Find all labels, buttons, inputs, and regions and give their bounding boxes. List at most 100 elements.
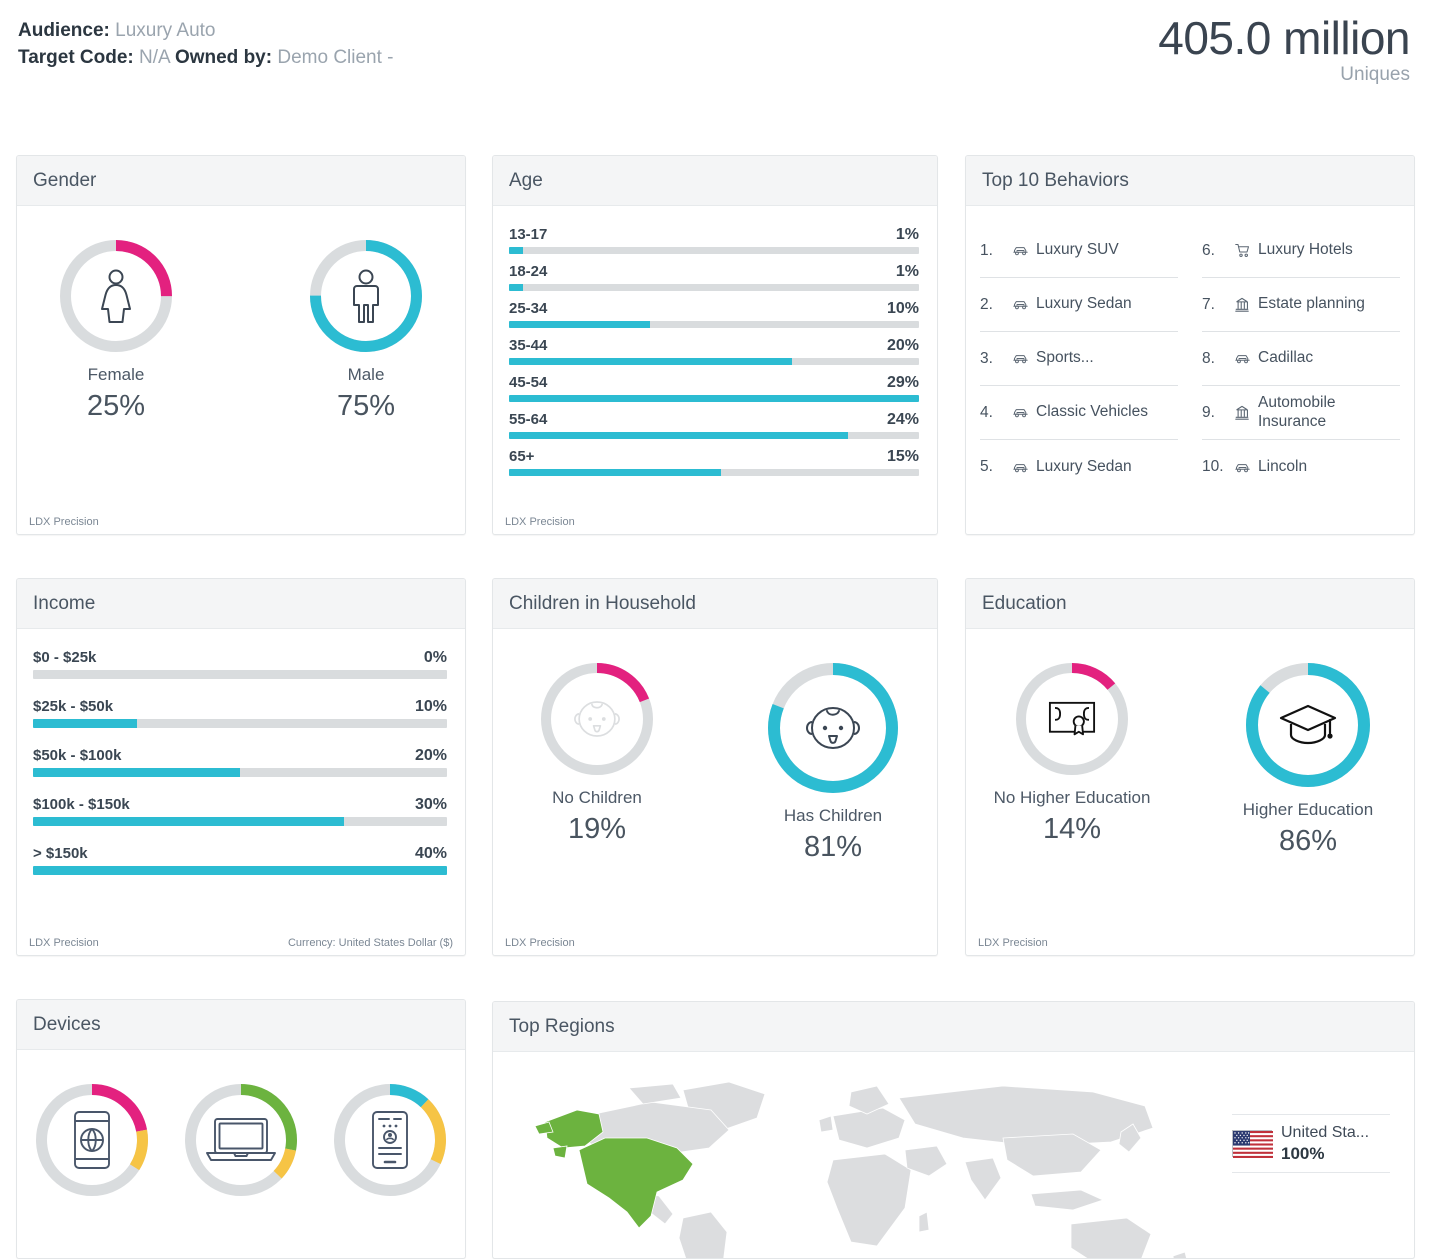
gender-card-header: Gender (17, 156, 465, 206)
donut-label: Has Children (783, 806, 883, 825)
gender-donut-row: Female 25% Male 75% (17, 206, 465, 423)
children-card-header: Children in Household (493, 579, 937, 629)
behavior-rank: 2. (980, 295, 993, 313)
car-icon (1233, 353, 1251, 364)
bar-row[interactable]: 65+ 15% (509, 448, 919, 476)
education-card-body: No Higher Education 14% Higher Education 86… (966, 629, 1414, 955)
gender-card-title: Gender (33, 169, 97, 191)
male-icon (310, 240, 422, 352)
children-source-label: LDX Precision (505, 937, 575, 949)
bar-value: 10% (886, 300, 919, 317)
income-source-label: LDX Precision (29, 937, 99, 949)
donut-chart[interactable] (541, 663, 653, 775)
devices-card-body (17, 1050, 465, 1246)
donut-item: Higher Education 86% (1218, 663, 1398, 858)
device-donut[interactable] (35, 1084, 148, 1196)
donut-chart[interactable] (310, 240, 422, 352)
bar-row[interactable]: $0 - $25k 0% (33, 649, 447, 679)
behavior-rank: 5. (980, 458, 993, 475)
bar-row[interactable]: > $150k 40% (33, 845, 447, 875)
behavior-item[interactable]: 7. Estate planning (1202, 278, 1400, 332)
behavior-rank: 9. (1202, 403, 1215, 421)
age-card-footer: LDX Precision (493, 509, 937, 534)
bar-label: $0 - $25k (33, 649, 97, 666)
audience-value: Luxury Auto (115, 20, 216, 41)
age-card: Age 13-17 1% 18-24 1% 25-34 10% 35-44 20% 45-54 2… (492, 155, 938, 535)
gender-source-label: LDX Precision (29, 516, 99, 528)
uniques-value: 405.0 million (1158, 12, 1410, 64)
bar-value: 24% (886, 411, 919, 428)
behavior-label: Luxury Sedan (1036, 457, 1132, 475)
car-icon (1011, 299, 1029, 310)
regions-card-body: United Sta... 100% (493, 1052, 1414, 1258)
income-card-title: Income (33, 592, 96, 614)
bar-row[interactable]: 18-24 1% (509, 263, 919, 291)
bar-track (509, 247, 919, 254)
age-card-body: 13-17 1% 18-24 1% 25-34 10% 35-44 20% 45-54 29% 55… (493, 206, 937, 534)
donut-label: Female (87, 365, 145, 384)
device-donut[interactable] (334, 1084, 447, 1196)
bar-fill (509, 358, 792, 365)
behaviors-card-body: 1. Luxury SUV 2. Luxury Sedan 3. Sports... 4. C… (966, 206, 1414, 534)
behavior-item[interactable]: 9. Automobile Insurance (1202, 386, 1400, 440)
bar-row[interactable]: 13-17 1% (509, 226, 919, 254)
audience-label: Audience: (18, 20, 110, 41)
donut-percentage: 81% (803, 831, 863, 863)
donut-percentage: 19% (567, 813, 627, 845)
car-icon (1011, 462, 1029, 473)
diploma-icon (1024, 671, 1119, 766)
region-legend-text: United Sta... 100% (1281, 1123, 1369, 1164)
device-donut[interactable] (184, 1084, 297, 1196)
age-card-header: Age (493, 156, 937, 206)
region-country-name: United Sta... (1281, 1124, 1370, 1141)
bar-fill (33, 768, 240, 777)
bar-row[interactable]: 25-34 10% (509, 300, 919, 328)
behavior-label: Lincoln (1258, 457, 1308, 475)
bar-track (509, 321, 919, 328)
regions-card-header: Top Regions (493, 1002, 1414, 1052)
behavior-item[interactable]: 3. Sports... (980, 332, 1178, 386)
behavior-item[interactable]: 6. Luxury Hotels (1202, 224, 1400, 278)
donut-chart[interactable] (60, 240, 172, 352)
page-header: Audience: Luxury Auto Target Code: N/A O… (0, 0, 1434, 118)
bar-label: 35-44 (509, 337, 548, 354)
bar-row[interactable]: 35-44 20% (509, 337, 919, 365)
behavior-rank: 4. (980, 403, 993, 421)
donut-chart[interactable] (1246, 663, 1370, 787)
bar-row[interactable]: 45-54 29% (509, 374, 919, 402)
bar-label: $100k - $150k (33, 796, 130, 813)
bar-value: 1% (895, 226, 919, 243)
bar-track (509, 469, 919, 476)
children-card-title: Children in Household (509, 592, 696, 614)
bar-label: 55-64 (509, 411, 548, 428)
target-code-value: N/A (139, 46, 170, 68)
children-card-footer: LDX Precision (493, 930, 937, 955)
behavior-item[interactable]: 2. Luxury Sedan (980, 278, 1178, 332)
bar-row[interactable]: $50k - $100k 20% (33, 747, 447, 777)
behavior-item[interactable]: 1. Luxury SUV (980, 224, 1178, 278)
baby-icon (768, 663, 898, 793)
behavior-label: Luxury Sedan (1036, 295, 1132, 313)
behaviors-column-right: 6. Luxury Hotels 7. Estate planning 8. Cadill… (1202, 224, 1400, 494)
gender-card-body: Female 25% Male 75% LDX Precision (17, 206, 465, 534)
education-card-title: Education (982, 592, 1067, 614)
age-source-label: LDX Precision (505, 516, 575, 528)
world-map[interactable] (533, 1076, 1233, 1258)
behaviors-card-title: Top 10 Behaviors (982, 169, 1129, 191)
region-legend-row[interactable]: United Sta... 100% (1232, 1114, 1390, 1174)
children-donut-row: No Children 19% Has Children 81% (493, 629, 937, 864)
education-source-label: LDX Precision (978, 937, 1048, 949)
behavior-item[interactable]: 8. Cadillac (1202, 332, 1400, 386)
bar-label: 13-17 (509, 226, 548, 243)
behavior-item[interactable]: 4. Classic Vehicles (980, 386, 1178, 440)
car-icon (1011, 353, 1029, 364)
donut-chart[interactable] (1016, 663, 1128, 775)
donut-chart[interactable] (768, 663, 898, 793)
bar-label: 65+ (509, 448, 535, 465)
bar-row[interactable]: $100k - $150k 30% (33, 796, 447, 826)
bar-row[interactable]: 55-64 24% (509, 411, 919, 439)
bar-fill (33, 719, 137, 728)
behavior-item[interactable]: 5. Luxury Sedan (980, 440, 1178, 494)
behavior-item[interactable]: 10. Lincoln (1202, 440, 1400, 494)
bar-row[interactable]: $25k - $50k 10% (33, 698, 447, 728)
